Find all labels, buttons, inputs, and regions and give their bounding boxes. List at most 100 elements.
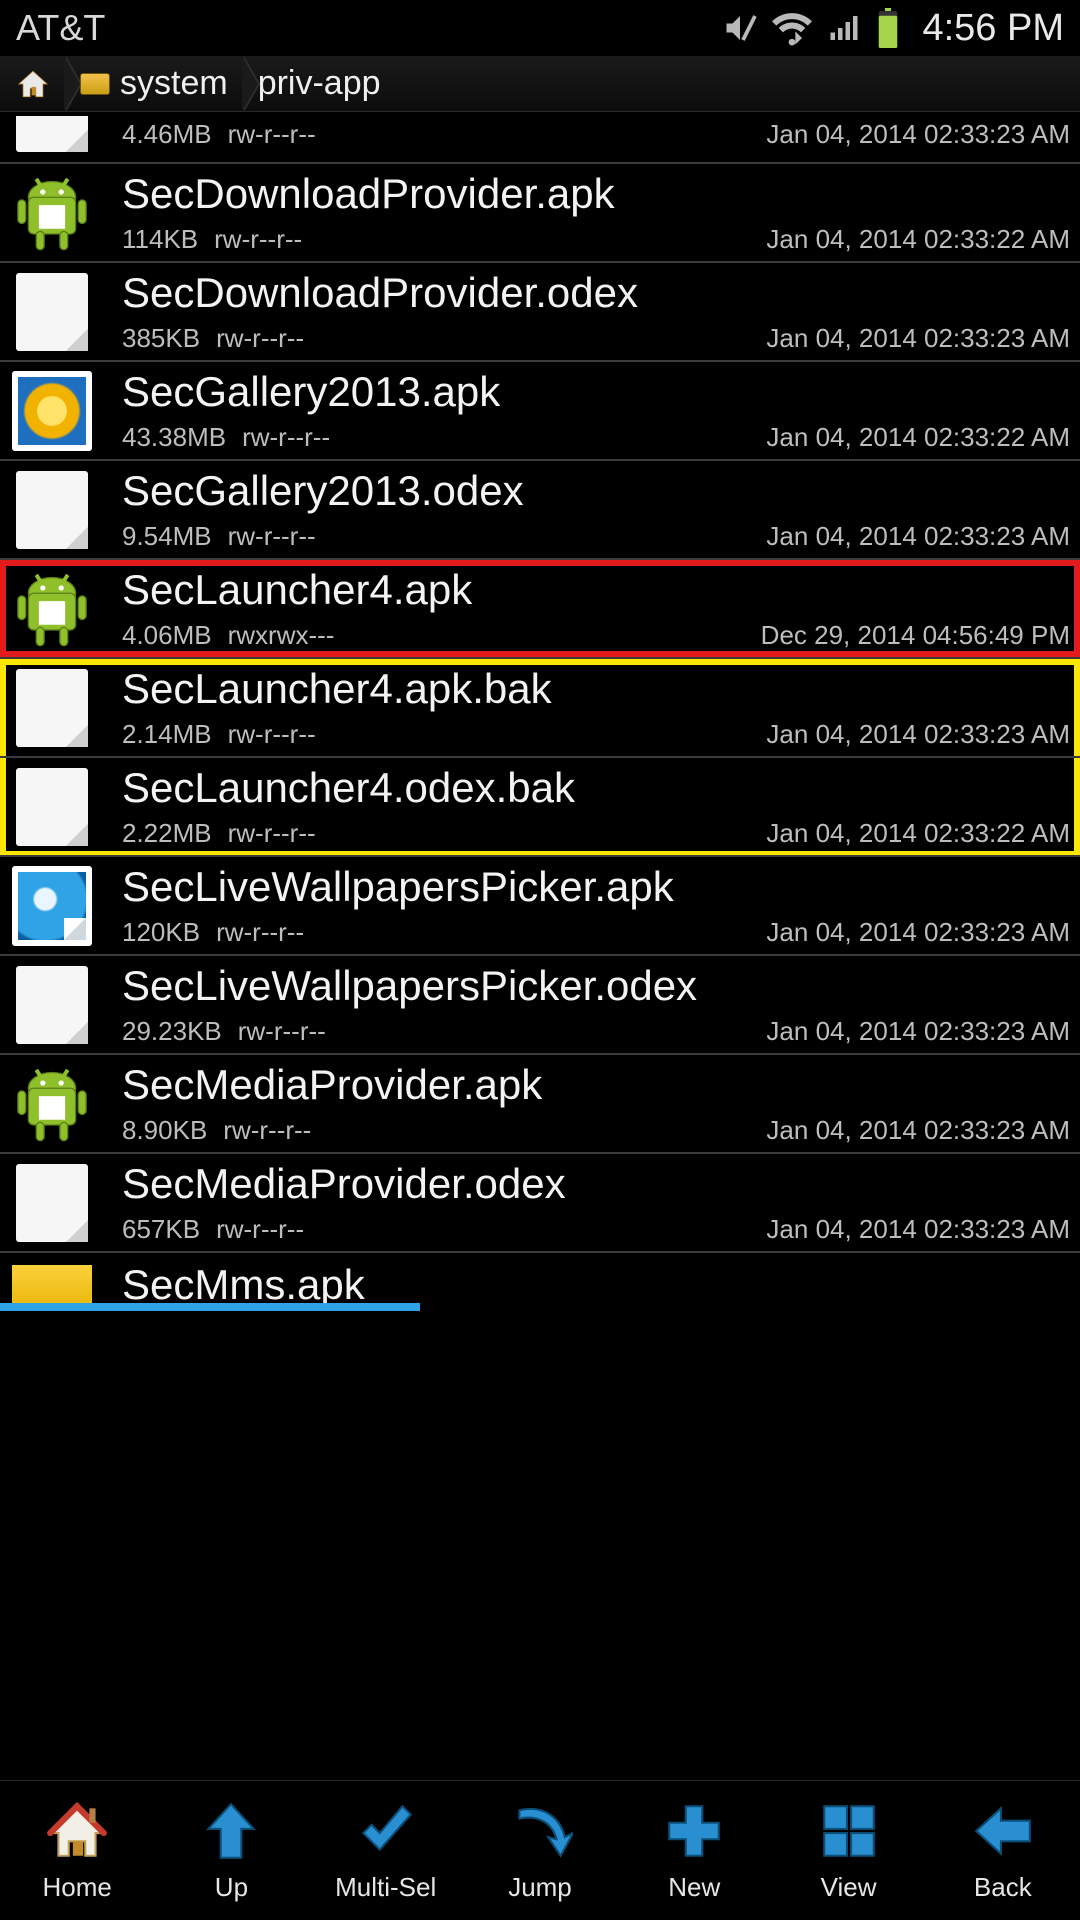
breadcrumb: system priv-app bbox=[0, 56, 1080, 112]
file-row[interactable]: SecMediaProvider.apk 8.90KB rw-r--r-- Jan 0… bbox=[0, 1055, 1080, 1154]
jump-icon bbox=[507, 1798, 573, 1864]
gallery-icon bbox=[10, 369, 94, 453]
file-perms: rw-r--r-- bbox=[228, 719, 316, 750]
folder-icon bbox=[80, 73, 110, 95]
file-row[interactable]: SecMms.apk bbox=[0, 1253, 1080, 1311]
file-perms: rw-r--r-- bbox=[216, 323, 304, 354]
breadcrumb-priv-app[interactable]: priv-app bbox=[242, 56, 395, 111]
livewp-icon bbox=[10, 864, 94, 948]
file-name: SecDownloadProvider.odex bbox=[122, 269, 1070, 317]
file-perms: rwxrwx--- bbox=[228, 620, 335, 651]
check-icon bbox=[353, 1798, 419, 1864]
back-button[interactable]: Back bbox=[926, 1781, 1080, 1920]
toolbar-label: Back bbox=[974, 1872, 1032, 1903]
file-name: SecLiveWallpapersPicker.odex bbox=[122, 962, 1070, 1010]
breadcrumb-system[interactable]: system bbox=[64, 56, 242, 111]
file-date: Jan 04, 2014 02:33:23 AM bbox=[766, 323, 1070, 354]
file-size: 8.90KB bbox=[122, 1115, 207, 1146]
file-row[interactable]: SecDownloadProvider.apk 114KB rw-r--r-- Jan… bbox=[0, 164, 1080, 263]
file-row[interactable]: SecGallery2013.odex9.54MBrw-r--r--Jan 04… bbox=[0, 461, 1080, 560]
file-icon bbox=[10, 270, 94, 354]
file-icon bbox=[10, 765, 94, 849]
apk-icon bbox=[10, 567, 94, 651]
file-name: SecLauncher4.apk bbox=[122, 566, 1070, 614]
file-perms: rw-r--r-- bbox=[238, 1016, 326, 1047]
toolbar-label: New bbox=[668, 1872, 720, 1903]
file-date: Jan 04, 2014 02:33:23 AM bbox=[766, 917, 1070, 948]
file-perms: rw-r--r-- bbox=[228, 818, 316, 849]
up-button[interactable]: Up bbox=[154, 1781, 308, 1920]
file-name: SecDownloadProvider.apk bbox=[122, 170, 1070, 218]
file-size: 120KB bbox=[122, 917, 200, 948]
file-date: Jan 04, 2014 02:33:23 AM bbox=[766, 1016, 1070, 1047]
file-perms: rw-r--r-- bbox=[216, 917, 304, 948]
file-size: 114KB bbox=[122, 224, 198, 255]
file-date: Jan 04, 2014 02:33:23 AM bbox=[766, 521, 1070, 552]
apk-icon bbox=[10, 1062, 94, 1146]
file-row[interactable]: SecLiveWallpapersPicker.odex 29.23KB rw-r-… bbox=[0, 956, 1080, 1055]
file-date: Jan 04, 2014 02:33:22 AM bbox=[766, 422, 1070, 453]
file-name: SecMms.apk bbox=[122, 1261, 1070, 1309]
plus-icon bbox=[661, 1798, 727, 1864]
file-perms: rw-r--r-- bbox=[228, 119, 316, 150]
scroll-indicator bbox=[0, 1303, 420, 1311]
file-perms: rw-r--r-- bbox=[242, 422, 330, 453]
arrow-up-icon bbox=[198, 1798, 264, 1864]
file-icon bbox=[10, 666, 94, 750]
carrier-label: AT&T bbox=[16, 7, 105, 49]
file-row[interactable]: SecLauncher4.apk.bak2.14MBrw-r--r--Jan 0… bbox=[0, 659, 1080, 758]
clock-label: 4:56 PM bbox=[922, 7, 1064, 50]
file-date: Jan 04, 2014 02:33:22 AM bbox=[766, 224, 1070, 255]
file-icon bbox=[10, 1161, 94, 1245]
mute-icon bbox=[722, 10, 758, 46]
file-icon bbox=[10, 116, 94, 152]
toolbar-label: Jump bbox=[508, 1872, 572, 1903]
file-size: 9.54MB bbox=[122, 521, 212, 552]
file-size: 657KB bbox=[122, 1214, 200, 1245]
file-size: 385KB bbox=[122, 323, 200, 354]
file-icon bbox=[10, 468, 94, 552]
file-row[interactable]: 4.46MB rw-r--r-- Jan 04, 2014 02:33:23 AM bbox=[0, 112, 1080, 164]
file-row[interactable]: SecLiveWallpapersPicker.apk120KBrw-r--r-… bbox=[0, 857, 1080, 956]
file-row[interactable]: SecMediaProvider.odex657KBrw-r--r--Jan 0… bbox=[0, 1154, 1080, 1253]
file-size: 4.46MB bbox=[122, 119, 212, 150]
signal-icon bbox=[826, 10, 862, 46]
jump-button[interactable]: Jump bbox=[463, 1781, 617, 1920]
file-name: SecLauncher4.odex.bak bbox=[122, 764, 1070, 812]
file-name: SecMediaProvider.apk bbox=[122, 1061, 1070, 1109]
home-button[interactable]: Home bbox=[0, 1781, 154, 1920]
toolbar-label: Multi-Sel bbox=[335, 1872, 436, 1903]
file-row[interactable]: SecGallery2013.apk 43.38MB rw-r--r-- Jan 04… bbox=[0, 362, 1080, 461]
arrow-left-icon bbox=[970, 1798, 1036, 1864]
battery-icon bbox=[876, 8, 900, 48]
file-perms: rw-r--r-- bbox=[214, 224, 302, 255]
toolbar-label: Up bbox=[215, 1872, 248, 1903]
file-name: SecGallery2013.apk bbox=[122, 368, 1070, 416]
status-bar: AT&T 4:56 PM bbox=[0, 0, 1080, 56]
new-button[interactable]: New bbox=[617, 1781, 771, 1920]
bottom-toolbar: Home Up Multi-Sel Jump New View Back bbox=[0, 1780, 1080, 1920]
file-date: Jan 04, 2014 02:33:23 AM bbox=[766, 1115, 1070, 1146]
view-button[interactable]: View bbox=[771, 1781, 925, 1920]
file-size: 43.38MB bbox=[122, 422, 226, 453]
file-row[interactable]: SecLauncher4.odex.bak 2.22MB rw-r--r-- Jan … bbox=[0, 758, 1080, 857]
breadcrumb-home[interactable] bbox=[0, 56, 64, 111]
multi-sel-button[interactable]: Multi-Sel bbox=[309, 1781, 463, 1920]
file-date: Jan 04, 2014 02:33:23 AM bbox=[766, 719, 1070, 750]
file-date: Jan 04, 2014 02:33:23 AM bbox=[766, 119, 1070, 150]
file-size: 2.22MB bbox=[122, 818, 212, 849]
wifi-icon bbox=[772, 8, 812, 48]
file-size: 29.23KB bbox=[122, 1016, 222, 1047]
status-icons: 4:56 PM bbox=[722, 7, 1064, 50]
breadcrumb-label: system bbox=[120, 64, 228, 103]
file-perms: rw-r--r-- bbox=[223, 1115, 311, 1146]
file-row[interactable]: SecLauncher4.apk4.06MBrwxrwx---Dec 29, 2… bbox=[0, 560, 1080, 659]
breadcrumb-label: priv-app bbox=[258, 64, 381, 103]
file-date: Jan 04, 2014 02:33:22 AM bbox=[766, 818, 1070, 849]
file-row[interactable]: SecDownloadProvider.odex 385KB rw-r--r-- Ja… bbox=[0, 263, 1080, 362]
apk-icon bbox=[10, 171, 94, 255]
file-date: Jan 04, 2014 02:33:23 AM bbox=[766, 1214, 1070, 1245]
home-icon bbox=[44, 1798, 110, 1864]
file-name: SecLauncher4.apk.bak bbox=[122, 665, 1070, 713]
file-size: 4.06MB bbox=[122, 620, 212, 651]
